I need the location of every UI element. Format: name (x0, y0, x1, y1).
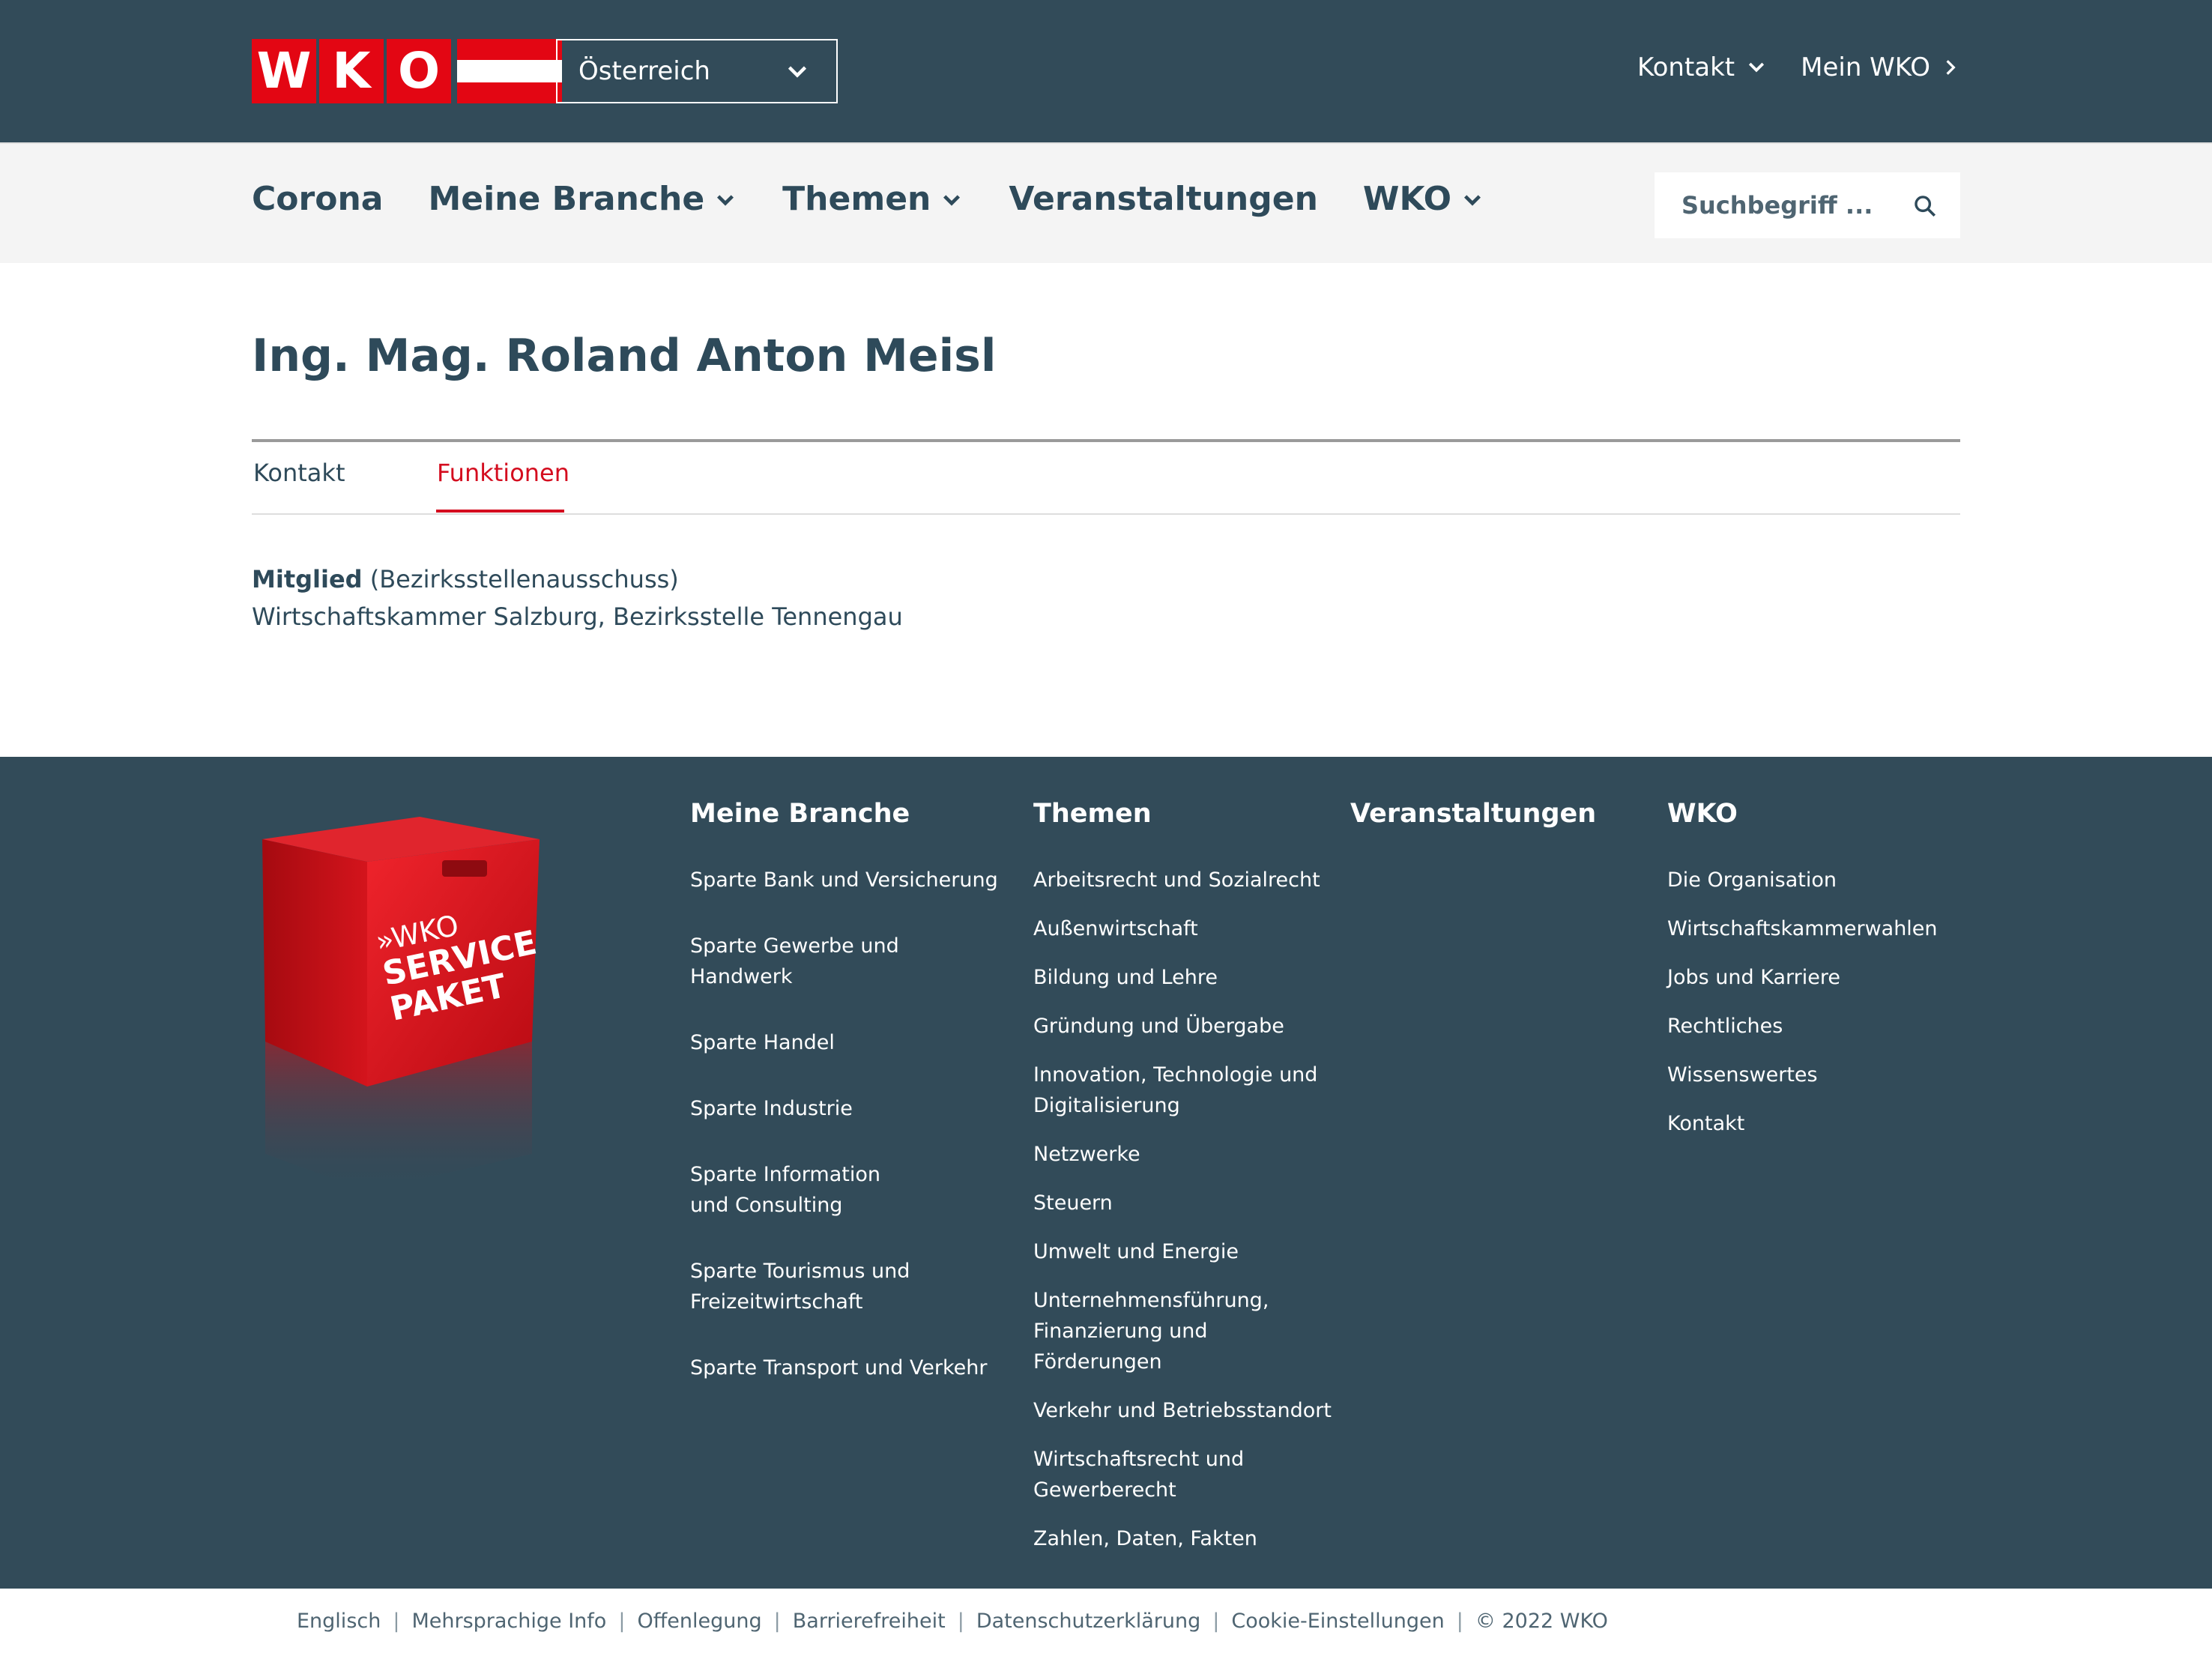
search-placeholder: Suchbegriff ... (1681, 191, 1873, 220)
legal-link-barrierefreiheit[interactable]: Barrierefreiheit (793, 1610, 946, 1633)
region-select[interactable]: Österreich (556, 39, 838, 103)
chevron-down-icon (784, 58, 811, 92)
main-nav: Corona Meine Branche Themen Veranstaltun… (0, 142, 2212, 263)
logo-letter-o: O (387, 39, 451, 103)
footer-link[interactable]: Netzwerke (1033, 1139, 1333, 1170)
chevron-down-icon (1460, 187, 1484, 211)
legal-link-cookie-einstellungen[interactable]: Cookie-Einstellungen (1231, 1610, 1444, 1633)
chevron-down-icon (713, 187, 737, 211)
footer-column-title[interactable]: Meine Branche (690, 799, 1005, 829)
chevron-down-icon (940, 187, 964, 211)
function-body: (Bezirksstellenausschuss) (369, 565, 679, 593)
legal-link-mehrsprachige-info[interactable]: Mehrsprachige Info (411, 1610, 606, 1633)
footer-link[interactable]: Sparte Handel (690, 1027, 1005, 1058)
footer-link[interactable]: Die Organisation (1667, 865, 1952, 895)
footer-column-meine-branche: Meine Branche Sparte Bank und Versicheru… (690, 799, 1005, 1418)
nav-item-label: WKO (1362, 180, 1451, 218)
footer-link[interactable]: Bildung und Lehre (1033, 962, 1333, 993)
austrian-flag-icon (457, 39, 562, 103)
footer-link[interactable]: Rechtliches (1667, 1011, 1952, 1042)
function-organisation: Wirtschaftskammer Salzburg, Bezirksstell… (252, 602, 903, 631)
chevron-down-icon (1745, 56, 1768, 79)
footer-link[interactable]: Sparte Industrie (690, 1093, 1005, 1124)
legal-links: Englisch | Mehrsprachige Info | Offenleg… (297, 1610, 1608, 1633)
logo-letter-k: K (319, 39, 384, 103)
footer-link[interactable]: Außenwirtschaft (1033, 913, 1333, 944)
tabs-divider (252, 513, 1960, 515)
footer-link[interactable]: Unternehmensführung, Finanzierung und Fö… (1033, 1285, 1333, 1377)
nav-item-wko[interactable]: WKO (1363, 180, 1484, 218)
nav-item-label: Themen (782, 180, 931, 218)
separator: | (957, 1610, 964, 1633)
top-header: W K O Österreich Kontakt Mein WKO (0, 0, 2212, 142)
logo-letter-w: W (252, 39, 316, 103)
footer-link[interactable]: Sparte Transport und Verkehr (690, 1353, 1005, 1383)
nav-item-label: Meine Branche (428, 180, 705, 218)
separator: | (773, 1610, 781, 1633)
tab-kontakt[interactable]: Kontakt (253, 459, 345, 487)
kontakt-label: Kontakt (1637, 52, 1735, 82)
footer-link[interactable]: Zahlen, Daten, Fakten (1033, 1523, 1333, 1554)
footer-link[interactable]: Verkehr und Betriebsstandort (1033, 1395, 1333, 1426)
wko-logo[interactable]: W K O (252, 39, 562, 103)
footer-link[interactable]: Arbeitsrecht und Sozialrecht (1033, 865, 1333, 895)
footer-column-themen: Themen Arbeitsrecht und Sozialrecht Auße… (1033, 799, 1333, 1572)
footer-column-title[interactable]: Veranstaltungen (1350, 799, 1635, 829)
search-icon[interactable] (1912, 193, 1938, 219)
legal-link-datenschutz[interactable]: Datenschutzerklärung (976, 1610, 1200, 1633)
separator: | (1212, 1610, 1220, 1633)
search-input[interactable]: Suchbegriff ... (1655, 172, 1960, 238)
footer-link[interactable]: Sparte Tourismus und Freizeitwirtschaft (690, 1256, 915, 1317)
separator: | (1456, 1610, 1463, 1633)
footer-link[interactable]: Gründung und Übergabe (1033, 1011, 1333, 1042)
separator: | (393, 1610, 400, 1633)
nav-item-label: Veranstaltungen (1009, 180, 1318, 218)
legal-link-offenlegung[interactable]: Offenlegung (637, 1610, 761, 1633)
active-tab-indicator (436, 510, 564, 513)
nav-item-themen[interactable]: Themen (782, 180, 964, 218)
tabs-divider (252, 439, 1960, 442)
nav-item-meine-branche[interactable]: Meine Branche (428, 180, 737, 218)
kontakt-dropdown[interactable]: Kontakt (1637, 52, 1768, 82)
footer-link[interactable]: Sparte Gewerbe und Handwerk (690, 931, 1005, 992)
service-paket-image[interactable]: »WKO SERVICE PAKET (255, 817, 554, 1206)
nav-item-label: Corona (252, 180, 384, 218)
footer-link[interactable]: Jobs und Karriere (1667, 962, 1952, 993)
legal-link-englisch[interactable]: Englisch (297, 1610, 381, 1633)
footer-link[interactable]: Wissenswertes (1667, 1060, 1952, 1090)
top-links: Kontakt Mein WKO (1637, 52, 1960, 82)
tab-funktionen[interactable]: Funktionen (437, 459, 569, 487)
nav-item-corona[interactable]: Corona (252, 180, 383, 218)
chevron-right-icon (1941, 56, 1960, 79)
footer-column-title[interactable]: WKO (1667, 799, 1952, 829)
nav-item-veranstaltungen[interactable]: Veranstaltungen (1009, 180, 1318, 218)
mein-wko-label: Mein WKO (1801, 52, 1930, 82)
footer-column-veranstaltungen: Veranstaltungen (1350, 799, 1635, 865)
page-title: Ing. Mag. Roland Anton Meisl (252, 330, 997, 382)
footer-link[interactable]: Wirtschaftsrecht und Gewerberecht (1033, 1444, 1258, 1505)
footer-link[interactable]: Sparte Bank und Versicherung (690, 865, 1005, 895)
function-entry: Mitglied (Bezirksstellenausschuss) Wirts… (252, 560, 903, 635)
function-role: Mitglied (252, 565, 363, 593)
footer-link[interactable]: Kontakt (1667, 1108, 1952, 1139)
separator: | (618, 1610, 626, 1633)
footer-link[interactable]: Wirtschaftskammerwahlen (1667, 913, 1952, 944)
footer-link[interactable]: Umwelt und Energie (1033, 1236, 1333, 1267)
mein-wko-link[interactable]: Mein WKO (1801, 52, 1960, 82)
copyright: © 2022 WKO (1475, 1610, 1608, 1633)
footer-link[interactable]: Innovation, Technologie und Digitalisier… (1033, 1060, 1318, 1121)
footer-column-title[interactable]: Themen (1033, 799, 1333, 829)
region-select-value: Österreich (578, 56, 710, 86)
footer-link[interactable]: Steuern (1033, 1188, 1333, 1218)
footer-column-wko: WKO Die Organisation Wirtschaftskammerwa… (1667, 799, 1952, 1157)
footer-link[interactable]: Sparte Information und Consulting (690, 1159, 915, 1221)
